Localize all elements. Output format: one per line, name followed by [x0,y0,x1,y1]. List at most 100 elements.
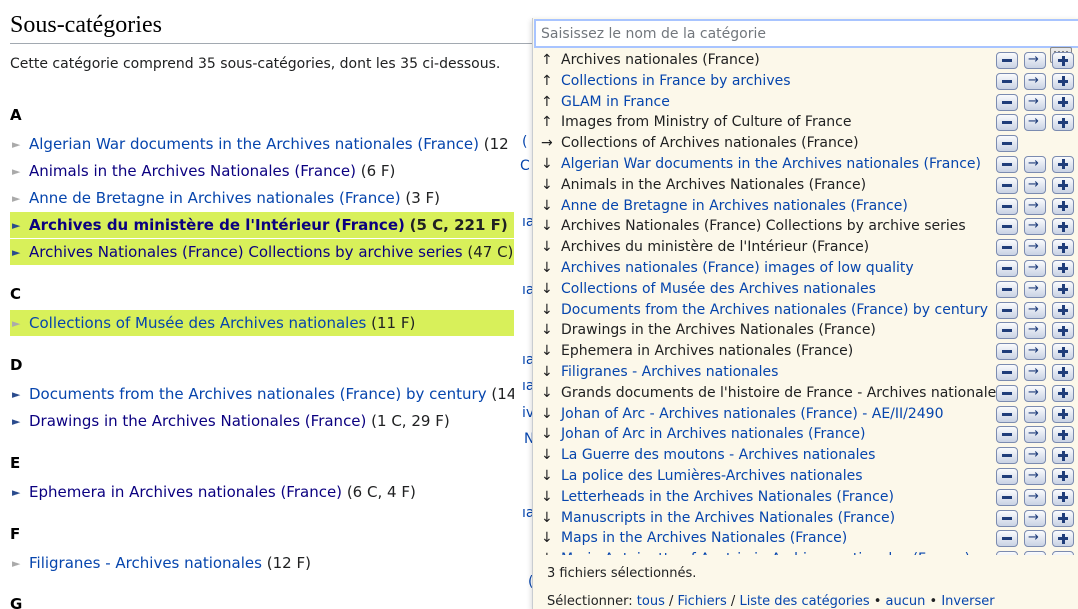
expand-arrow-icon[interactable]: ► [12,186,29,211]
remove-category-button[interactable] [996,509,1018,527]
subcategory-link[interactable]: Collections of Musée des Archives nation… [29,314,366,332]
add-category-button[interactable] [1052,72,1074,90]
add-category-button[interactable] [1052,155,1074,173]
add-category-button[interactable] [1052,197,1074,215]
subcategory-link[interactable]: Drawings in the Archives Nationales (Fra… [29,412,366,430]
category-list-row[interactable]: ↓ Drawings in the Archives Nationales (Fr… [533,320,1078,341]
move-category-button[interactable] [1024,549,1046,555]
remove-category-button[interactable] [996,301,1018,319]
remove-category-button[interactable] [996,384,1018,402]
add-category-button[interactable] [1052,176,1074,194]
category-list-label[interactable]: Collections of Archives nationales (Fran… [561,133,859,154]
add-category-button[interactable] [1052,551,1074,555]
category-list-row[interactable]: ↑ Archives nationales (France) [533,50,1078,71]
subcategory-link[interactable]: Algerian War documents in the Archives n… [29,135,479,153]
add-category-button[interactable] [1052,363,1074,381]
remove-category-button[interactable] [996,52,1018,69]
category-list-label[interactable]: Johan of Arc in Archives nationales (Fra… [561,424,866,445]
category-list-row[interactable]: ↓ Ephemera in Archives nationales (France… [533,341,1078,362]
category-list-row[interactable]: ↓ La Guerre des moutons - Archives nation… [533,445,1078,466]
category-list-row[interactable]: ↓ Letterheads in the Archives Nationales … [533,487,1078,508]
category-list-label[interactable]: Drawings in the Archives Nationales (Fra… [561,320,876,341]
category-list-label[interactable]: Maps in the Archives Nationales (France) [561,528,847,549]
category-list-label[interactable]: Archives du ministère de l'Intérieur (Fr… [561,237,869,258]
category-list-label[interactable]: Manuscripts in the Archives Nationales (… [561,508,895,529]
category-list-row[interactable]: ↓ Archives Nationales (France) Collection… [533,216,1078,237]
subcategory-row-selected[interactable]: ► Archives du ministère de l'Intérieur (F… [10,212,514,238]
select-categories-link[interactable]: Liste des catégories [739,594,869,609]
subcategory-link[interactable]: Animals in the Archives Nationales (Fran… [29,162,356,180]
remove-category-button[interactable] [996,363,1018,381]
category-list-row[interactable]: ↓ Johan of Arc - Archives nationales (Fra… [533,404,1078,424]
category-list-row[interactable]: ↑ GLAM in France [533,92,1078,113]
remove-category-button[interactable] [996,114,1018,132]
add-category-button[interactable] [1052,114,1074,132]
move-category-button[interactable] [1024,508,1046,528]
move-category-button[interactable] [1024,383,1046,404]
category-list-row[interactable]: ↓ Archives nationales (France) images of … [533,258,1078,279]
category-list-row[interactable]: ↑ Images from Ministry of Culture of Fran… [533,112,1078,133]
category-list-label[interactable]: La police des Lumières-Archives national… [561,466,863,487]
category-list-label[interactable]: Filigranes - Archives nationales [561,362,778,383]
remove-category-button[interactable] [996,551,1018,555]
subcategory-link[interactable]: Archives du ministère de l'Intérieur (Fr… [29,216,405,234]
remove-category-button[interactable] [996,239,1018,257]
move-category-button[interactable] [1024,487,1046,508]
remove-category-button[interactable] [996,135,1018,153]
add-category-button[interactable] [1052,93,1074,111]
category-list-row[interactable]: ↓ Filigranes - Archives nationales [533,362,1078,383]
subcategory-row[interactable]: ► Ephemera in Archives nationales (France… [10,479,514,505]
category-list-row[interactable]: ↓ Anne de Bretagne in Archives nationales… [533,196,1078,216]
add-category-button[interactable] [1052,447,1074,465]
move-category-button[interactable] [1024,320,1046,341]
move-category-button[interactable] [1024,466,1046,487]
category-list-row[interactable]: → Collections of Archives nationales (Fra… [533,133,1078,154]
move-category-button[interactable] [1024,341,1046,362]
category-list-label[interactable]: Collections in France by archives [561,71,791,92]
subcategory-link[interactable]: Ephemera in Archives nationales (France) [29,483,342,501]
move-category-button[interactable] [1024,279,1046,300]
category-list-label[interactable]: Letterheads in the Archives Nationales (… [561,487,894,508]
subcategory-row-selected[interactable]: ► Collections of Musée des Archives natio… [10,310,514,336]
category-list-label[interactable]: Images from Ministry of Culture of Franc… [561,112,851,133]
category-list-row[interactable]: ↑ Collections in France by archives [533,71,1078,92]
subcategory-row[interactable]: ► Filigranes - Archives nationales (12 F) [10,550,514,576]
expand-arrow-icon[interactable]: ► [12,480,29,505]
expand-arrow-icon[interactable]: ► [12,551,29,576]
category-list-row[interactable]: ↓ Documents from the Archives nationales … [533,300,1078,320]
subcategory-link[interactable]: Filigranes - Archives nationales [29,554,262,572]
select-files-link[interactable]: Fichiers [678,594,727,609]
add-category-button[interactable] [1052,52,1074,69]
add-category-button[interactable] [1052,467,1074,485]
remove-category-button[interactable] [996,280,1018,298]
add-category-button[interactable] [1052,322,1074,340]
category-list-label[interactable]: Marie Antoinette of Austria in Archives … [561,549,970,555]
expand-arrow-icon[interactable]: ► [12,409,29,434]
move-category-button[interactable] [1024,300,1046,320]
remove-category-button[interactable] [996,72,1018,90]
remove-category-button[interactable] [996,155,1018,173]
move-category-button[interactable] [1024,216,1046,237]
add-category-button[interactable] [1052,488,1074,506]
move-category-button[interactable] [1024,362,1046,383]
category-list-row[interactable]: ↓ Grands documents de l'histoire de Franc… [533,383,1078,404]
category-list-label[interactable]: Archives Nationales (France) Collections… [561,216,966,237]
move-category-button[interactable] [1024,112,1046,133]
add-category-button[interactable] [1052,301,1074,319]
category-list-row[interactable]: ↓ Maps in the Archives Nationales (France… [533,528,1078,549]
add-category-button[interactable] [1052,218,1074,236]
move-category-button[interactable] [1024,258,1046,279]
remove-category-button[interactable] [996,488,1018,506]
select-none-link[interactable]: aucun [886,594,926,609]
expand-arrow-icon[interactable]: ► [12,311,29,336]
subcategory-link[interactable]: Documents from the Archives nationales (… [29,385,487,403]
add-category-button[interactable] [1052,530,1074,548]
category-list-row[interactable]: ↓ Manuscripts in the Archives Nationales … [533,508,1078,529]
remove-category-button[interactable] [996,343,1018,361]
remove-category-button[interactable] [996,322,1018,340]
remove-category-button[interactable] [996,176,1018,194]
select-all-link[interactable]: tous [637,594,665,609]
category-list-label[interactable]: GLAM in France [561,92,670,113]
move-category-button[interactable] [1024,424,1046,445]
remove-category-button[interactable] [996,467,1018,485]
